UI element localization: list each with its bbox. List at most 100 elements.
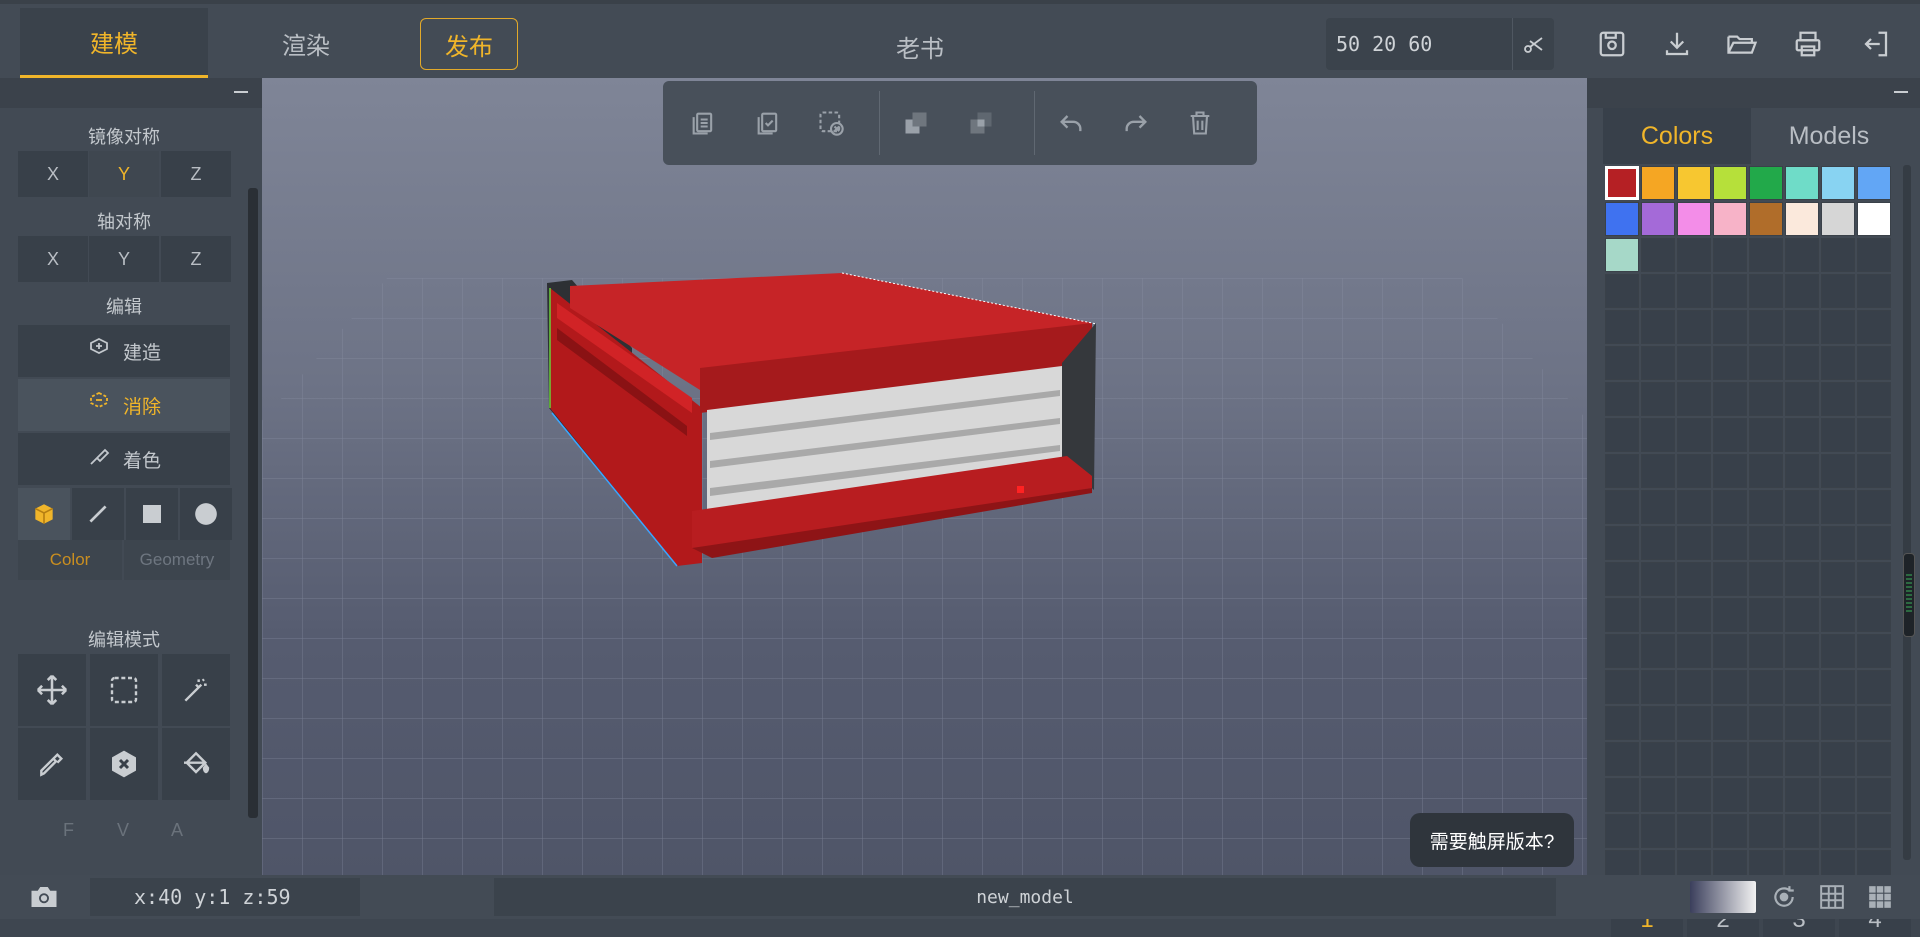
eyedropper-icon[interactable]: [18, 728, 86, 800]
empty-swatch[interactable]: [1713, 778, 1747, 812]
download-icon[interactable]: [1659, 26, 1695, 62]
empty-swatch[interactable]: [1677, 598, 1711, 632]
axis-y-button[interactable]: Y: [89, 236, 159, 282]
remove-color-icon[interactable]: [90, 728, 158, 800]
empty-swatch[interactable]: [1677, 706, 1711, 740]
clear-selection-icon[interactable]: [813, 105, 849, 141]
empty-swatch[interactable]: [1821, 346, 1855, 380]
undo-icon[interactable]: [1053, 105, 1089, 141]
empty-swatch[interactable]: [1821, 598, 1855, 632]
empty-swatch[interactable]: [1785, 562, 1819, 596]
gradient-icon[interactable]: [1690, 881, 1756, 913]
empty-swatch[interactable]: [1857, 634, 1891, 668]
empty-swatch[interactable]: [1857, 238, 1891, 272]
square-icon[interactable]: [126, 488, 178, 540]
line-icon[interactable]: [72, 488, 124, 540]
empty-swatch[interactable]: [1713, 454, 1747, 488]
empty-swatch[interactable]: [1713, 490, 1747, 524]
color-swatch[interactable]: [1677, 166, 1711, 200]
empty-swatch[interactable]: [1677, 418, 1711, 452]
empty-swatch[interactable]: [1857, 310, 1891, 344]
empty-swatch[interactable]: [1641, 274, 1675, 308]
empty-swatch[interactable]: [1605, 598, 1639, 632]
empty-swatch[interactable]: [1605, 706, 1639, 740]
empty-swatch[interactable]: [1713, 670, 1747, 704]
empty-swatch[interactable]: [1785, 742, 1819, 776]
empty-swatch[interactable]: [1677, 670, 1711, 704]
empty-swatch[interactable]: [1749, 346, 1783, 380]
empty-swatch[interactable]: [1821, 490, 1855, 524]
empty-swatch[interactable]: [1821, 634, 1855, 668]
empty-swatch[interactable]: [1713, 346, 1747, 380]
color-swatch[interactable]: [1605, 166, 1639, 200]
grid-dense-icon[interactable]: [1864, 881, 1896, 913]
delete-icon[interactable]: [1182, 105, 1218, 141]
empty-swatch[interactable]: [1605, 526, 1639, 560]
empty-swatch[interactable]: [1857, 274, 1891, 308]
empty-swatch[interactable]: [1713, 238, 1747, 272]
empty-swatch[interactable]: [1785, 634, 1819, 668]
a-label[interactable]: A: [171, 820, 183, 841]
empty-swatch[interactable]: [1677, 238, 1711, 272]
empty-swatch[interactable]: [1605, 274, 1639, 308]
print-icon[interactable]: [1790, 26, 1826, 62]
empty-swatch[interactable]: [1677, 526, 1711, 560]
color-swatch[interactable]: [1713, 202, 1747, 236]
empty-swatch[interactable]: [1641, 742, 1675, 776]
camera-icon[interactable]: [28, 881, 60, 913]
empty-swatch[interactable]: [1821, 454, 1855, 488]
empty-swatch[interactable]: [1641, 418, 1675, 452]
empty-swatch[interactable]: [1641, 238, 1675, 272]
empty-swatch[interactable]: [1857, 418, 1891, 452]
empty-swatch[interactable]: [1641, 778, 1675, 812]
empty-swatch[interactable]: [1713, 814, 1747, 848]
axis-z-button[interactable]: Z: [161, 236, 231, 282]
left-scrollbar[interactable]: [248, 188, 258, 818]
right-scrollbar-thumb[interactable]: [1903, 553, 1915, 637]
move-icon[interactable]: [18, 654, 86, 726]
color-swatch[interactable]: [1749, 166, 1783, 200]
build-button[interactable]: 建造: [18, 325, 230, 377]
dimensions-input[interactable]: [1326, 18, 1512, 70]
reset-view-icon[interactable]: [1768, 881, 1800, 913]
copy-icon[interactable]: [685, 105, 721, 141]
empty-swatch[interactable]: [1605, 346, 1639, 380]
empty-swatch[interactable]: [1677, 346, 1711, 380]
empty-swatch[interactable]: [1713, 310, 1747, 344]
empty-swatch[interactable]: [1641, 814, 1675, 848]
cube-icon[interactable]: [18, 488, 70, 540]
empty-swatch[interactable]: [1605, 454, 1639, 488]
collapse-icon[interactable]: [1894, 91, 1908, 93]
empty-swatch[interactable]: [1821, 742, 1855, 776]
empty-swatch[interactable]: [1641, 598, 1675, 632]
empty-swatch[interactable]: [1749, 670, 1783, 704]
empty-swatch[interactable]: [1785, 454, 1819, 488]
tab-color[interactable]: Color: [18, 540, 122, 580]
empty-swatch[interactable]: [1857, 706, 1891, 740]
empty-swatch[interactable]: [1713, 382, 1747, 416]
empty-swatch[interactable]: [1749, 310, 1783, 344]
empty-swatch[interactable]: [1677, 454, 1711, 488]
folder-open-icon[interactable]: [1724, 26, 1760, 62]
empty-swatch[interactable]: [1677, 310, 1711, 344]
axis-x-button[interactable]: X: [18, 236, 88, 282]
empty-swatch[interactable]: [1713, 742, 1747, 776]
empty-swatch[interactable]: [1641, 526, 1675, 560]
empty-swatch[interactable]: [1857, 346, 1891, 380]
color-swatch[interactable]: [1785, 202, 1819, 236]
v-label[interactable]: V: [117, 820, 129, 841]
empty-swatch[interactable]: [1749, 778, 1783, 812]
empty-swatch[interactable]: [1857, 454, 1891, 488]
circle-icon[interactable]: [180, 488, 232, 540]
color-swatch[interactable]: [1677, 202, 1711, 236]
magic-wand-icon[interactable]: [162, 654, 230, 726]
redo-icon[interactable]: [1118, 105, 1154, 141]
empty-swatch[interactable]: [1749, 526, 1783, 560]
empty-swatch[interactable]: [1821, 526, 1855, 560]
empty-swatch[interactable]: [1785, 778, 1819, 812]
color-swatch[interactable]: [1821, 166, 1855, 200]
color-swatch[interactable]: [1785, 166, 1819, 200]
mirror-z-button[interactable]: Z: [161, 151, 231, 197]
empty-swatch[interactable]: [1641, 490, 1675, 524]
tab-render[interactable]: 渲染: [212, 8, 400, 78]
